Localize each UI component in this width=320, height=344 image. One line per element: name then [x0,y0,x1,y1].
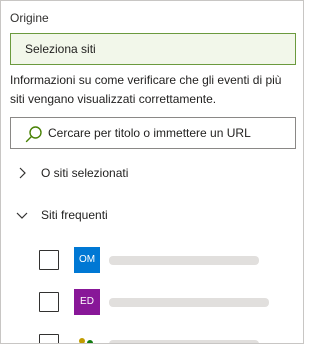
frequent-sites-toggle[interactable]: Siti frequenti [15,205,108,225]
origin-dropdown[interactable]: Seleziona siti [10,33,296,65]
site-name-redacted [109,340,259,343]
site-checkbox[interactable] [39,292,59,312]
site-picker-panel: Origine Seleziona siti Informazioni su c… [0,0,304,344]
site-logo-icon [79,338,93,343]
chevron-right-icon [19,167,26,179]
frequent-sites-label: Siti frequenti [41,208,108,222]
site-row[interactable] [39,331,297,343]
site-row[interactable]: ED [39,289,297,315]
site-checkbox[interactable] [39,250,59,270]
search-box[interactable] [10,117,296,149]
site-checkbox[interactable] [39,334,59,343]
chevron-down-icon [16,212,28,219]
origin-label: Origine [10,11,49,25]
site-avatar: ED [74,289,100,315]
selected-sites-label: O siti selezionati [41,166,129,180]
site-row[interactable]: OM [39,247,297,273]
site-name-redacted [109,256,259,265]
info-link-text[interactable]: Informazioni su come verificare che gli … [10,71,296,109]
site-avatar: OM [74,247,100,273]
search-input[interactable] [48,118,288,148]
search-icon [25,126,42,143]
selected-sites-toggle[interactable]: O siti selezionati [15,163,128,183]
site-name-redacted [109,298,269,307]
